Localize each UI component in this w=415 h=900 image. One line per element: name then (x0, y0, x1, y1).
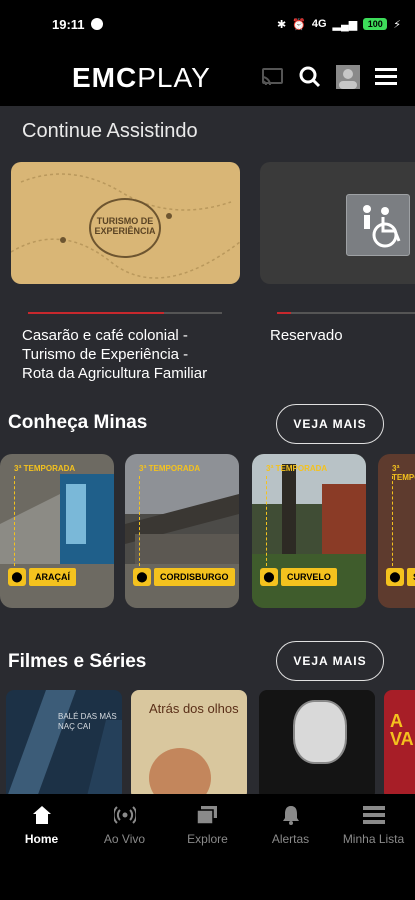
alarm-icon: ⏰ (292, 18, 306, 31)
city-tag: ⬤ ARAÇAÍ (8, 568, 76, 586)
continue-card-thumbnail[interactable]: TURISMO DE EXPERIÊNCIA (11, 162, 240, 284)
nav-alertas[interactable]: Alertas (249, 802, 332, 846)
conheca-minas-title: Conheça Minas (8, 412, 148, 433)
location-pin-icon: ⬤ (386, 568, 404, 586)
poster-bale[interactable]: BALÉ DAS MÁS NAÇ CAI (6, 690, 122, 794)
profile-avatar-icon[interactable] (335, 64, 361, 90)
season-line (266, 476, 267, 566)
nav-explore-label: Explore (187, 832, 228, 846)
search-icon[interactable] (297, 64, 323, 90)
brand-logo-part-2: PLAY (137, 62, 211, 93)
brand-logo: EMCPLAY (72, 62, 211, 94)
season-label: 3ª TEMPORADA (14, 464, 76, 473)
progress-fill (277, 312, 291, 314)
home-icon (0, 802, 83, 828)
cast-icon[interactable] (259, 64, 285, 90)
nav-home-label: Home (24, 832, 59, 846)
status-bar: 19:11 ✱ ⏰ 4G ▂▄▆ 100 ⚡ (0, 0, 415, 48)
poster-title: Atrás dos olhos (149, 701, 239, 716)
city-name: ARAÇAÍ (29, 568, 76, 586)
nav-alertas-label: Alertas (271, 832, 310, 846)
poster-title: BALÉ DAS MÁS NAÇ CAI (58, 712, 117, 731)
poster-title: A VA (390, 711, 414, 749)
city-name: CORDISBURGO (154, 568, 235, 586)
veja-mais-conheca-button[interactable]: VEJA MAIS (276, 404, 384, 444)
city-card-aracai[interactable]: 3ª TEMPORADA ⬤ ARAÇAÍ (0, 454, 114, 608)
turismo-badge: TURISMO DE EXPERIÊNCIA (89, 198, 161, 258)
nav-ao-vivo-label: Ao Vivo (103, 832, 146, 846)
city-card-cordisburgo[interactable]: 3ª TEMPORADA ⬤ CORDISBURGO (125, 454, 239, 608)
explore-icon (166, 802, 249, 828)
location-pin-icon: ⬤ (260, 568, 278, 586)
city-tag: ⬤ S (386, 568, 415, 586)
brand-logo-part-1: EMC (72, 62, 138, 93)
continue-item-title[interactable]: Casarão e café colonial - Turismo de Exp… (22, 326, 222, 383)
progress-bar (277, 312, 415, 314)
bell-icon (249, 802, 332, 828)
city-card-curvelo[interactable]: 3ª TEMPORADA ⬤ CURVELO (252, 454, 366, 608)
poster-partial[interactable]: A VA (384, 690, 415, 794)
season-label: 3ª TEMPORADA (139, 464, 201, 473)
charging-icon: ⚡ (393, 18, 401, 31)
signal-icon: ▂▄▆ (332, 18, 358, 31)
location-pin-icon: ⬤ (8, 568, 26, 586)
season-line (139, 476, 140, 566)
location-pin-icon: ⬤ (133, 568, 151, 586)
city-name: S (407, 568, 415, 586)
continue-watching-title: Continue Assistindo (22, 120, 198, 142)
nav-minha-lista-label: Minha Lista (342, 832, 405, 846)
poster-atras-dos-olhos[interactable]: Atrás dos olhos (131, 690, 247, 794)
live-icon (83, 802, 166, 828)
home-content: Continue Assistindo TURISMO DE EXPERIÊNC… (0, 106, 415, 794)
bluetooth-icon: ✱ (276, 18, 287, 31)
menu-icon[interactable] (373, 64, 399, 90)
nav-minha-lista[interactable]: Minha Lista (332, 802, 415, 846)
veja-mais-filmes-button[interactable]: VEJA MAIS (276, 641, 384, 681)
list-icon (332, 802, 415, 828)
continue-card-thumbnail[interactable] (260, 162, 415, 284)
city-name: CURVELO (281, 568, 337, 586)
season-label: 3ª TEMPORADA (266, 464, 328, 473)
progress-fill (28, 312, 164, 314)
accessibility-sign-icon (346, 194, 410, 256)
progress-bar (28, 312, 222, 314)
poster-dark[interactable] (259, 690, 375, 794)
turismo-badge-text: TURISMO DE EXPERIÊNCIA (94, 216, 156, 236)
app-notification-icon (90, 18, 103, 30)
nav-home[interactable]: Home (0, 802, 83, 846)
season-line (392, 476, 393, 566)
nav-explore[interactable]: Explore (166, 802, 249, 846)
app-header: EMCPLAY (0, 48, 415, 106)
season-line (14, 476, 15, 566)
continue-item-title[interactable]: Reservado (270, 326, 410, 345)
bottom-navigation: Home Ao Vivo Explore Alertas Minha Lista (0, 794, 415, 900)
city-tag: ⬤ CORDISBURGO (133, 568, 235, 586)
city-tag: ⬤ CURVELO (260, 568, 337, 586)
nav-ao-vivo[interactable]: Ao Vivo (83, 802, 166, 846)
filmes-series-title: Filmes e Séries (8, 651, 147, 672)
network-label: 4G (311, 18, 327, 30)
battery-indicator: 100 (363, 18, 388, 30)
season-label: 3ª TEMPORADA (392, 464, 415, 482)
city-card-partial[interactable]: 3ª TEMPORADA ⬤ S (378, 454, 415, 608)
status-time: 19:11 (52, 16, 85, 32)
poster-face-image (149, 748, 211, 794)
poster-skull-image (293, 700, 347, 764)
